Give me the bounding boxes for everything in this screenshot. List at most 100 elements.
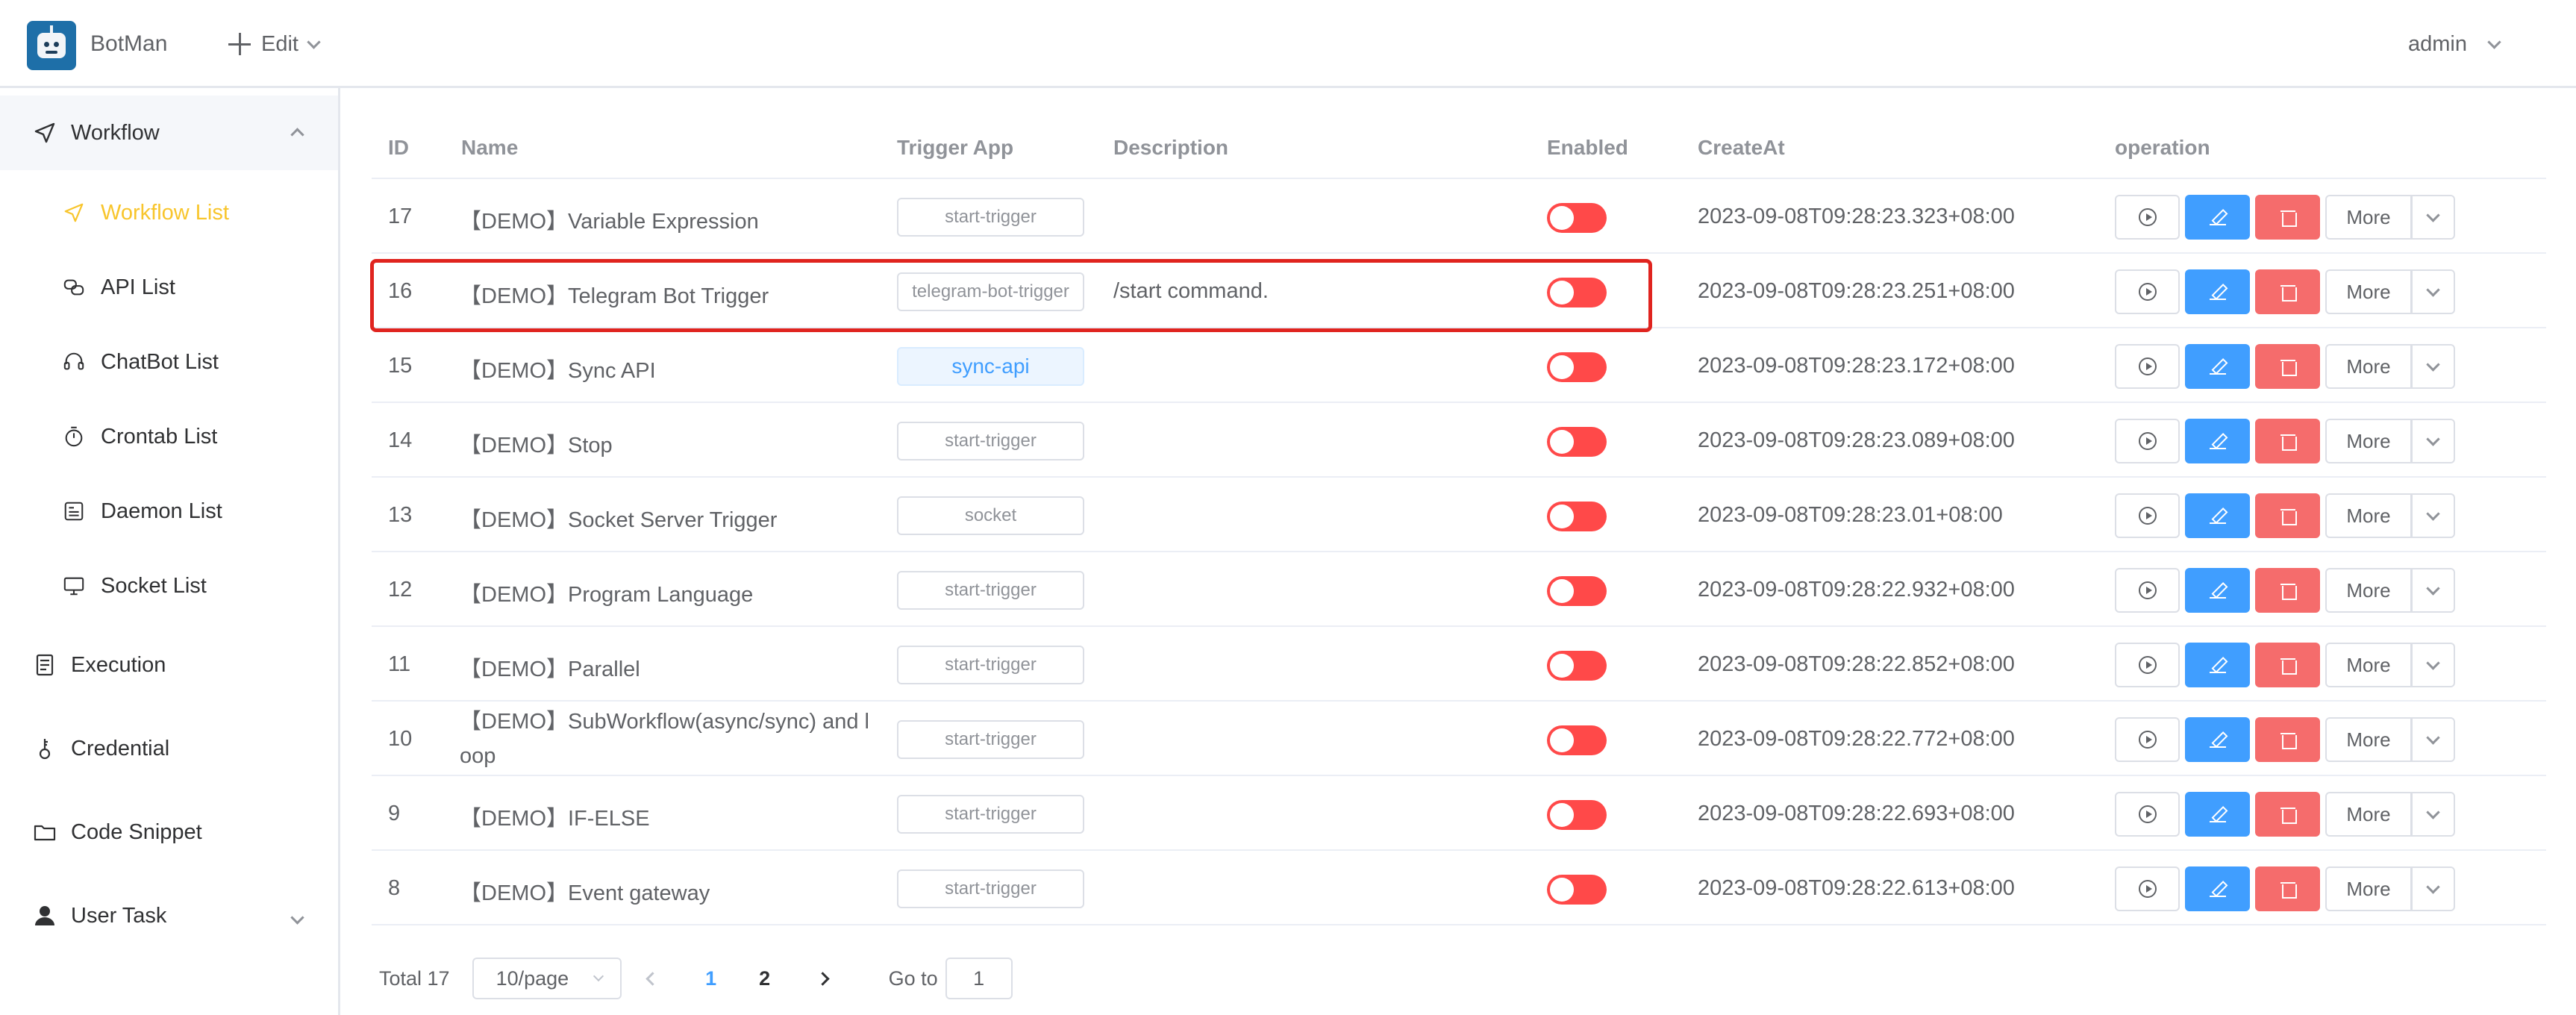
run-button[interactable]	[2115, 568, 2180, 613]
next-page-button[interactable]	[808, 971, 838, 986]
sidebar-item-crontab-list[interactable]: Crontab List	[0, 399, 338, 474]
enabled-toggle[interactable]	[1547, 800, 1607, 830]
page-number-1[interactable]: 1	[684, 967, 738, 990]
more-button[interactable]: More	[2325, 568, 2412, 613]
more-button[interactable]: More	[2325, 792, 2412, 837]
more-button[interactable]: More	[2325, 717, 2412, 762]
row-description: /start command.	[1113, 279, 1269, 303]
more-button[interactable]: More	[2325, 419, 2412, 463]
sidebar-item-code-snippet[interactable]: Code Snippet	[0, 795, 338, 869]
trash-icon	[2280, 508, 2297, 525]
edit-button[interactable]	[2185, 493, 2250, 538]
row-id: 12	[388, 578, 413, 602]
more-dropdown-button[interactable]	[2412, 792, 2455, 837]
delete-button[interactable]	[2255, 717, 2320, 762]
delete-button[interactable]	[2255, 269, 2320, 314]
user-menu[interactable]: admin	[2408, 28, 2501, 60]
delete-button[interactable]	[2255, 195, 2320, 240]
run-button[interactable]	[2115, 195, 2180, 240]
app-title[interactable]: BotMan	[90, 31, 167, 57]
goto-page-input[interactable]: 1	[945, 958, 1013, 999]
delete-button[interactable]	[2255, 792, 2320, 837]
run-button[interactable]	[2115, 493, 2180, 538]
row-create-at: 2023-09-08T09:28:23.323+08:00	[1698, 204, 2015, 228]
column-header-trigger-app: Trigger App	[897, 136, 1014, 159]
more-button[interactable]: More	[2325, 344, 2412, 389]
chevron-down-icon	[2426, 805, 2440, 819]
row-operations: More	[2115, 866, 2455, 911]
enabled-toggle[interactable]	[1547, 278, 1607, 307]
edit-button[interactable]	[2185, 643, 2250, 687]
more-dropdown-button[interactable]	[2412, 419, 2455, 463]
run-button[interactable]	[2115, 792, 2180, 837]
run-button[interactable]	[2115, 344, 2180, 389]
sidebar-item-credential[interactable]: Credential	[0, 711, 338, 786]
enabled-toggle[interactable]	[1547, 576, 1607, 606]
edit-button[interactable]	[2185, 269, 2250, 314]
more-button[interactable]: More	[2325, 866, 2412, 911]
more-button[interactable]: More	[2325, 643, 2412, 687]
sidebar-item-execution[interactable]: Execution	[0, 628, 338, 702]
tray-icon	[64, 502, 84, 521]
sidebar-item-socket-list[interactable]: Socket List	[0, 549, 338, 623]
enabled-toggle[interactable]	[1547, 203, 1607, 233]
more-dropdown-button[interactable]	[2412, 643, 2455, 687]
run-button[interactable]	[2115, 717, 2180, 762]
delete-button[interactable]	[2255, 344, 2320, 389]
more-dropdown-button[interactable]	[2412, 493, 2455, 538]
run-button[interactable]	[2115, 643, 2180, 687]
enabled-toggle[interactable]	[1547, 651, 1607, 681]
more-dropdown-button[interactable]	[2412, 195, 2455, 240]
more-dropdown-button[interactable]	[2412, 568, 2455, 613]
more-button[interactable]: More	[2325, 269, 2412, 314]
enabled-toggle[interactable]	[1547, 875, 1607, 905]
column-header-id: ID	[388, 136, 409, 159]
edit-button[interactable]	[2185, 792, 2250, 837]
run-button[interactable]	[2115, 269, 2180, 314]
run-button[interactable]	[2115, 419, 2180, 463]
chevron-down-icon	[307, 34, 321, 49]
row-create-at: 2023-09-08T09:28:22.852+08:00	[1698, 652, 2015, 676]
edit-menu[interactable]: Edit	[228, 28, 321, 60]
more-dropdown-button[interactable]	[2412, 717, 2455, 762]
edit-button[interactable]	[2185, 419, 2250, 463]
key-icon	[39, 739, 51, 760]
prev-page-button[interactable]	[638, 971, 668, 986]
botman-logo[interactable]	[27, 21, 76, 70]
more-dropdown-button[interactable]	[2412, 866, 2455, 911]
sidebar-item-user-task[interactable]: User Task	[0, 878, 338, 953]
sidebar-item-daemon-list[interactable]: Daemon List	[0, 474, 338, 549]
delete-button[interactable]	[2255, 493, 2320, 538]
enabled-toggle[interactable]	[1547, 725, 1607, 755]
run-button[interactable]	[2115, 866, 2180, 911]
edit-button[interactable]	[2185, 195, 2250, 240]
more-button[interactable]: More	[2325, 493, 2412, 538]
delete-button[interactable]	[2255, 643, 2320, 687]
edit-button[interactable]	[2185, 866, 2250, 911]
link-icon	[63, 279, 84, 296]
edit-button[interactable]	[2185, 344, 2250, 389]
delete-button[interactable]	[2255, 419, 2320, 463]
more-dropdown-button[interactable]	[2412, 344, 2455, 389]
row-id: 16	[388, 279, 413, 303]
delete-button[interactable]	[2255, 568, 2320, 613]
edit-button[interactable]	[2185, 717, 2250, 762]
sidebar-item-workflow-list[interactable]: Workflow List	[0, 175, 338, 250]
enabled-toggle[interactable]	[1547, 352, 1607, 382]
page-size-select[interactable]: 10/page	[472, 958, 622, 999]
sidebar-item-chatbot-list[interactable]: ChatBot List	[0, 325, 338, 399]
chevron-down-icon	[2426, 879, 2440, 894]
trigger-app-tag: sync-api	[897, 347, 1084, 386]
edit-menu-label: Edit	[261, 31, 298, 56]
more-dropdown-button[interactable]	[2412, 269, 2455, 314]
sidebar-item-api-list[interactable]: API List	[0, 250, 338, 325]
more-button[interactable]: More	[2325, 195, 2412, 240]
page-number-2[interactable]: 2	[738, 967, 792, 990]
edit-button[interactable]	[2185, 568, 2250, 613]
enabled-toggle[interactable]	[1547, 502, 1607, 531]
play-icon	[2138, 357, 2157, 375]
play-icon	[2138, 805, 2157, 823]
enabled-toggle[interactable]	[1547, 427, 1607, 457]
delete-button[interactable]	[2255, 866, 2320, 911]
sidebar-item-workflow[interactable]: Workflow	[0, 96, 338, 170]
